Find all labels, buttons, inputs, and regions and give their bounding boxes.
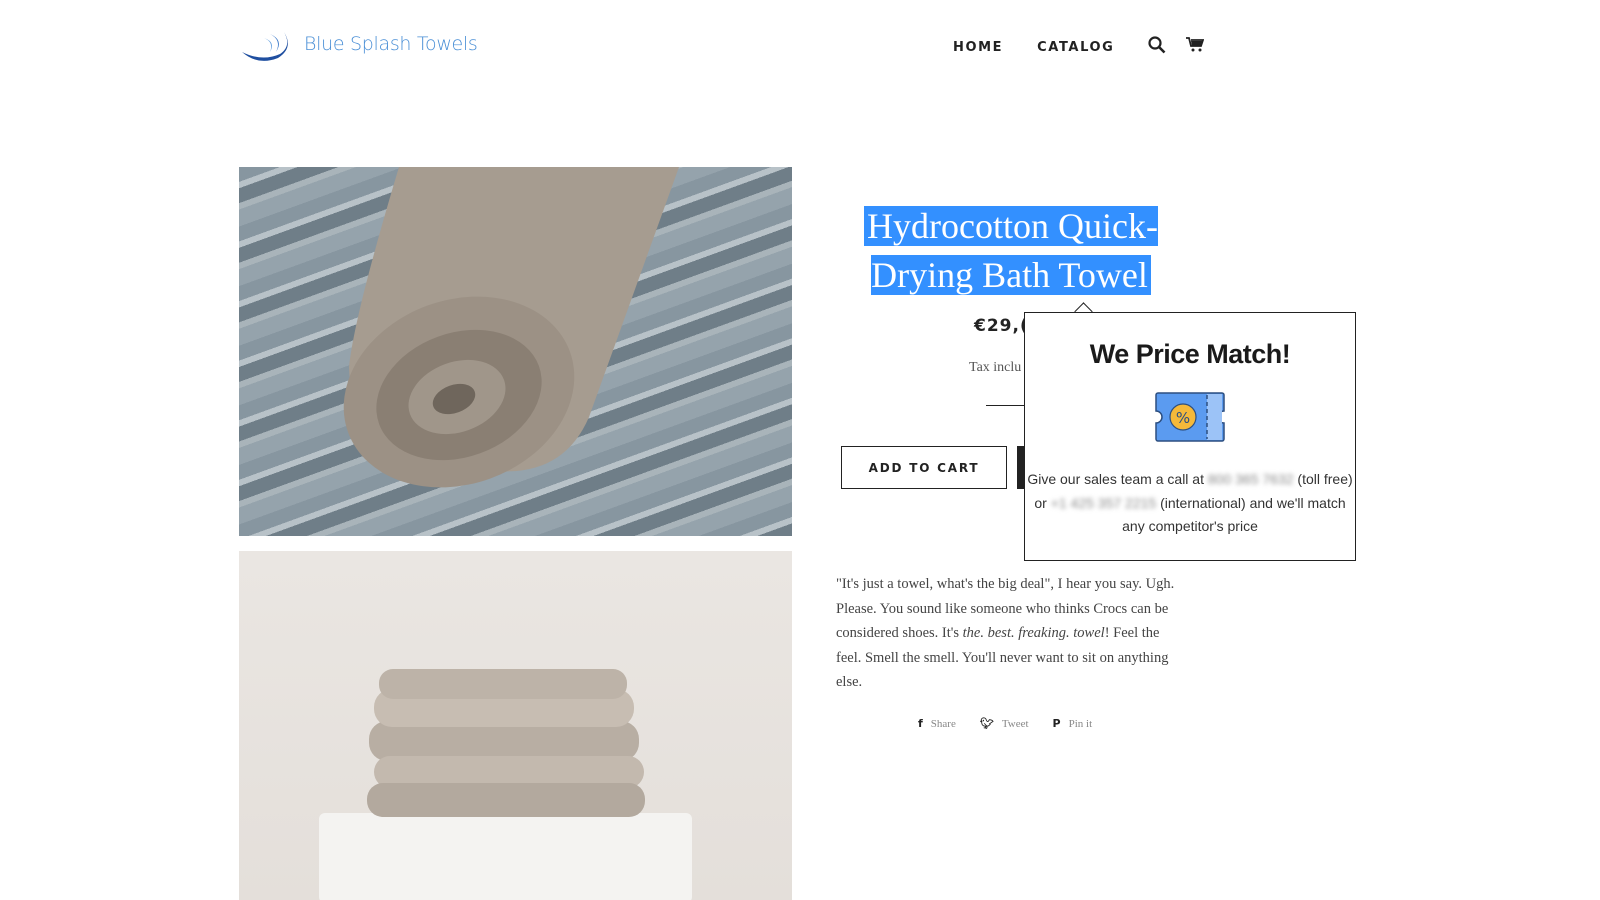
cart-icon[interactable] xyxy=(1186,37,1205,58)
product-price: €29,( xyxy=(974,316,1029,336)
logo-text: Blue Splash Towels xyxy=(304,33,478,55)
discount-ticket-icon: % xyxy=(1155,392,1225,442)
share-twitter[interactable]: 🐦︎ Tweet xyxy=(980,717,1029,730)
nav-home[interactable]: HOME xyxy=(953,40,1003,55)
facebook-icon: f xyxy=(918,717,923,730)
main-nav: HOME CATALOG xyxy=(953,36,1224,59)
add-to-cart-button[interactable]: ADD TO CART xyxy=(841,446,1007,489)
tax-note: Tax inclu xyxy=(969,360,1022,375)
nav-catalog[interactable]: CATALOG xyxy=(1037,40,1114,55)
popup-text: Give our sales team a call at 800 365 76… xyxy=(1027,471,1353,534)
product-title-wrap: Hydrocotton Quick-Drying Bath Towel xyxy=(836,202,1186,300)
product-image-rolled-towel[interactable] xyxy=(239,167,792,536)
twitter-icon: 🐦︎ xyxy=(979,717,994,730)
logo[interactable]: Blue Splash Towels xyxy=(240,26,478,62)
phone-tollfree[interactable]: 800 365 7632 xyxy=(1208,471,1294,487)
price-match-popup: We Price Match! % Give our sales team a … xyxy=(1024,312,1356,561)
search-icon[interactable] xyxy=(1148,36,1166,59)
product-image-folded-towels[interactable] xyxy=(239,551,792,900)
product-title: Hydrocotton Quick-Drying Bath Towel xyxy=(836,202,1186,300)
wave-logo-icon xyxy=(242,32,288,61)
svg-text:%: % xyxy=(1176,409,1190,427)
pinterest-icon: P xyxy=(1052,717,1061,730)
social-share: f Share 🐦︎ Tweet P Pin it xyxy=(918,717,1092,730)
share-facebook[interactable]: f Share xyxy=(918,717,956,730)
share-pinterest[interactable]: P Pin it xyxy=(1053,717,1093,730)
popup-title: We Price Match! xyxy=(1089,339,1291,369)
product-description: "It's just a towel, what's the big deal"… xyxy=(836,576,1175,691)
phone-international[interactable]: +1 425 357 2215 xyxy=(1051,495,1157,511)
